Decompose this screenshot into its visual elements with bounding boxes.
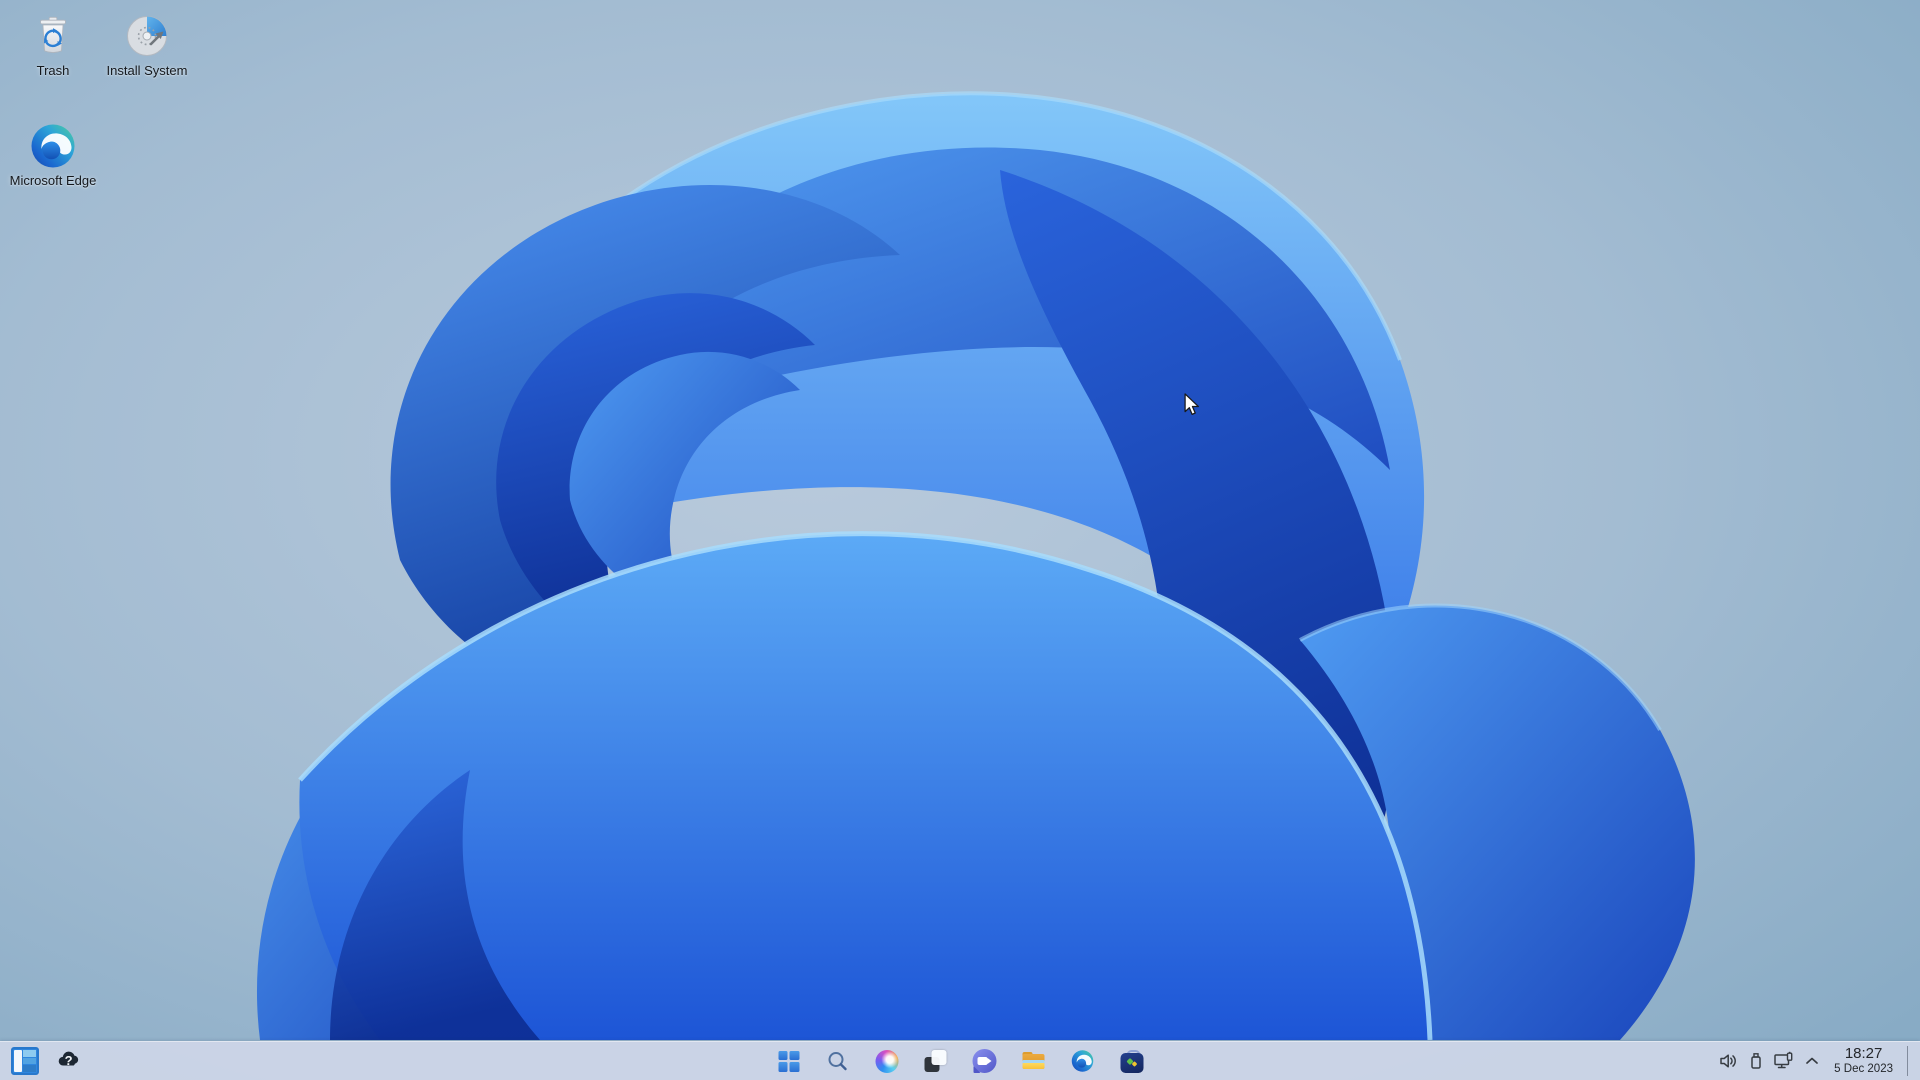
file-explorer-button[interactable] (1019, 1046, 1049, 1076)
usb-device-button[interactable] (1742, 1046, 1770, 1076)
desktop-icon-label: Install System (106, 63, 188, 78)
edge-icon (29, 122, 77, 170)
weather-widget-button[interactable]: ? (54, 1046, 84, 1076)
desktop-icon-install-system[interactable]: Install System (102, 8, 192, 83)
weather-cloud-icon: ? (58, 1051, 79, 1068)
taskbar-center-group (774, 1042, 1147, 1080)
search-icon (828, 1052, 847, 1071)
folder-icon (1022, 1049, 1046, 1073)
task-view-button[interactable] (921, 1046, 951, 1076)
svg-text:?: ? (65, 1053, 73, 1068)
taskbar: ? 18:27 5 Dec 2023 (0, 1041, 1920, 1080)
wallpaper-bloom (0, 0, 1920, 1080)
usb-device-icon (1751, 1053, 1761, 1069)
desktop-icon-microsoft-edge[interactable]: Microsoft Edge (8, 118, 98, 193)
desktop-icon-label: Microsoft Edge (9, 173, 97, 188)
chevron-up-icon (1806, 1057, 1819, 1064)
copilot-button[interactable] (872, 1046, 902, 1076)
display-device-icon (1774, 1051, 1793, 1069)
microsoft-store-icon (1120, 1049, 1143, 1073)
edge-browser-icon (1071, 1050, 1094, 1072)
expand-tray-button[interactable] (1798, 1046, 1826, 1076)
microsoft-store-button[interactable] (1117, 1046, 1147, 1076)
start-button[interactable] (774, 1046, 804, 1076)
display-device-button[interactable] (1770, 1046, 1798, 1076)
show-desktop-button[interactable] (1908, 1042, 1920, 1080)
edge-browser-button[interactable] (1068, 1046, 1098, 1076)
chat-button[interactable] (970, 1046, 1000, 1076)
taskbar-left-group: ? (10, 1042, 84, 1080)
volume-icon (1720, 1054, 1737, 1068)
search-button[interactable] (823, 1046, 853, 1076)
desktop-icon-label: Trash (36, 63, 70, 78)
desktop: Trash Install System Microsoft Edge ? 18… (0, 0, 1920, 1080)
desktop-icon-trash[interactable]: Trash (8, 8, 98, 83)
task-view-icon (924, 1050, 947, 1072)
installer-disc-icon (123, 12, 171, 60)
split-view-panel-icon (11, 1047, 39, 1075)
clock-time: 18:27 (1844, 1045, 1883, 1063)
recycle-bin-icon (29, 12, 77, 60)
volume-button[interactable] (1714, 1046, 1742, 1076)
chat-video-icon (972, 1049, 997, 1073)
taskbar-tray-group: 18:27 5 Dec 2023 (1714, 1042, 1920, 1080)
windows-logo-icon (778, 1050, 799, 1072)
split-view-panel-button[interactable] (10, 1046, 40, 1076)
clock[interactable]: 18:27 5 Dec 2023 (1826, 1044, 1901, 1078)
clock-date: 5 Dec 2023 (1834, 1062, 1893, 1075)
copilot-icon (875, 1049, 898, 1073)
